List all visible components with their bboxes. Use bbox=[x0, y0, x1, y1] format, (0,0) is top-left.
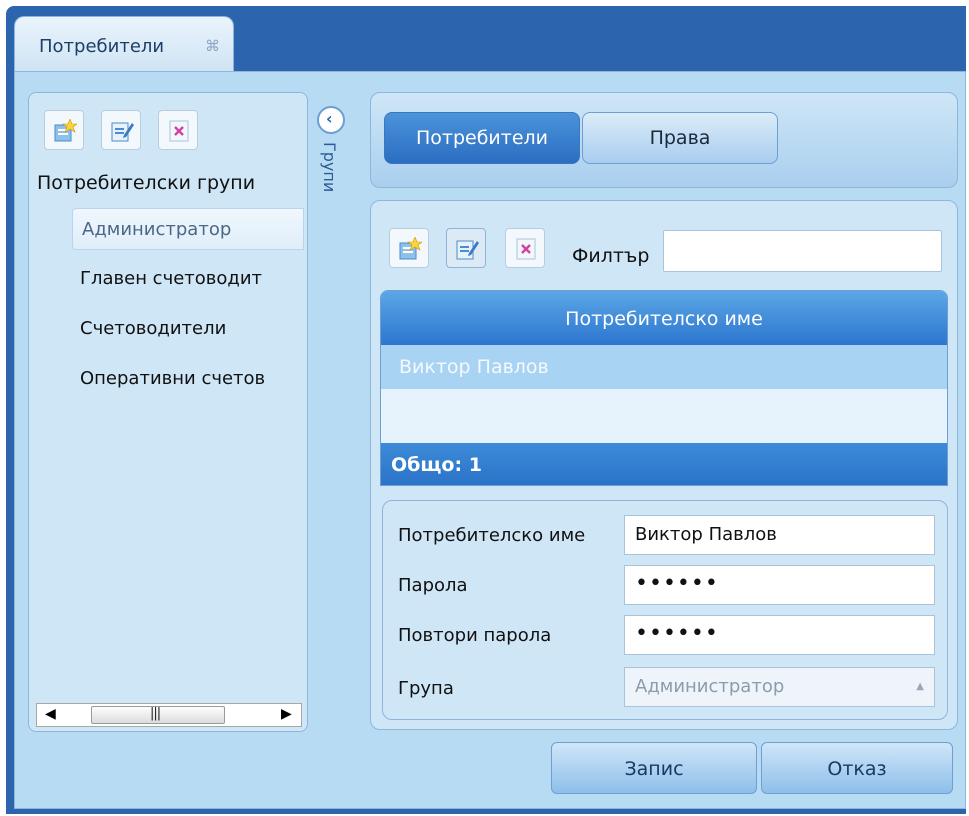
group-label: Група bbox=[398, 678, 454, 699]
tab-rights[interactable]: Права bbox=[582, 112, 778, 164]
caret-up-icon: ▲ bbox=[916, 681, 924, 692]
password-field[interactable]: •••••• bbox=[624, 565, 935, 605]
chevron-left-icon: ‹ bbox=[326, 109, 333, 128]
group-item-chief-accountant[interactable]: Главен счетоводит bbox=[80, 268, 262, 289]
username-label: Потребителско име bbox=[398, 525, 586, 546]
column-header-username[interactable]: Потребителско име bbox=[381, 291, 947, 345]
delete-group-button[interactable] bbox=[158, 110, 198, 150]
document-tab[interactable]: Потребители ⌘ bbox=[14, 16, 234, 72]
grip-icon: ||| bbox=[150, 706, 161, 721]
grid-total: Общо: 1 bbox=[381, 443, 947, 485]
repeat-password-label: Повтори парола bbox=[398, 625, 552, 646]
delete-user-button[interactable] bbox=[505, 228, 545, 268]
group-item-accountants[interactable]: Счетоводители bbox=[80, 318, 226, 339]
scroll-right-icon[interactable]: ▶ bbox=[281, 706, 292, 722]
groups-title: Потребителски групи bbox=[37, 172, 256, 194]
group-item-administrator[interactable]: Администратор bbox=[72, 208, 304, 250]
add-group-button[interactable] bbox=[44, 110, 84, 150]
groups-vertical-label[interactable]: Групи bbox=[320, 142, 339, 192]
add-user-button[interactable] bbox=[389, 228, 429, 268]
repeat-password-field[interactable]: •••••• bbox=[624, 615, 935, 655]
horizontal-scrollbar[interactable]: ◀ ||| ▶ bbox=[36, 703, 302, 727]
add-star-icon bbox=[399, 237, 422, 260]
tab-title: Потребители bbox=[39, 36, 165, 57]
edit-user-button[interactable] bbox=[446, 228, 486, 268]
table-row[interactable]: Виктор Павлов bbox=[381, 345, 947, 389]
filter-input[interactable] bbox=[663, 230, 942, 272]
app-root: Потребители ⌘ Потребителски групи Админи… bbox=[0, 0, 969, 816]
users-grid: Потребителско име Виктор Павлов Общо: 1 bbox=[380, 290, 948, 486]
filter-label: Филтър bbox=[572, 245, 650, 267]
edit-icon bbox=[111, 122, 134, 142]
scroll-left-icon[interactable]: ◀ bbox=[45, 706, 56, 722]
edit-group-button[interactable] bbox=[101, 110, 141, 150]
save-button[interactable]: Запис bbox=[551, 742, 757, 794]
group-select[interactable]: Администратор ▲ bbox=[624, 667, 935, 707]
delete-icon bbox=[516, 238, 536, 260]
delete-icon bbox=[169, 120, 189, 142]
collapse-groups-button[interactable]: ‹ bbox=[317, 106, 345, 134]
cancel-button[interactable]: Отказ bbox=[761, 742, 953, 794]
group-item-operative-accountants[interactable]: Оперативни счетов bbox=[80, 368, 265, 389]
tab-close-icon[interactable]: ⌘ bbox=[205, 37, 220, 55]
tab-users[interactable]: Потребители bbox=[384, 112, 580, 164]
add-star-icon bbox=[54, 119, 77, 142]
group-select-value: Администратор bbox=[635, 676, 785, 697]
edit-icon bbox=[456, 240, 479, 260]
scrollbar-thumb[interactable]: ||| bbox=[91, 706, 225, 724]
password-label: Парола bbox=[398, 575, 468, 596]
username-field[interactable]: Виктор Павлов bbox=[624, 515, 935, 555]
